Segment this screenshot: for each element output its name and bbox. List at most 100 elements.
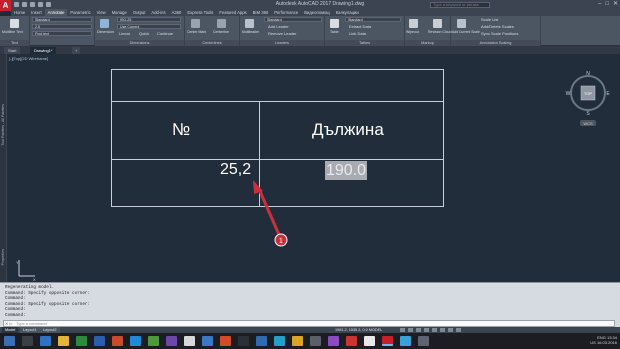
dimension-button[interactable]: Dimension	[97, 30, 114, 34]
file-tab-start[interactable]: Start	[4, 47, 21, 54]
sync-scale-positions-button[interactable]: Sync Scale Positions	[481, 31, 518, 36]
properties-palette-label[interactable]: Properties	[1, 249, 6, 265]
centerline-button[interactable]: Centerline	[213, 30, 229, 34]
app-icon-11[interactable]	[328, 336, 339, 346]
browser-icon[interactable]	[40, 336, 51, 346]
text-style-select[interactable]: Standard	[32, 17, 92, 22]
find-text-input[interactable]: Find text	[32, 31, 92, 36]
app-icon-6[interactable]	[238, 336, 249, 346]
customize-icon[interactable]	[456, 328, 461, 332]
tab-видеопомощ[interactable]: Видеопомощ	[301, 9, 332, 16]
tab-performance[interactable]: Performance	[271, 9, 301, 16]
multiline-text-icon[interactable]	[10, 19, 19, 28]
open-icon[interactable]	[22, 2, 27, 7]
continue-button[interactable]: Continue	[157, 31, 173, 36]
text-height-select[interactable]: 2.5	[32, 24, 92, 29]
link-data-button[interactable]: Link Data	[349, 31, 366, 36]
clock-date[interactable]: 16.03.2016	[597, 340, 617, 345]
app-icon-2[interactable]	[166, 336, 177, 346]
tool-palettes-label[interactable]: Tool Palettes - All Palettes	[1, 104, 6, 146]
multiline-text-button[interactable]: Multiline Text	[2, 30, 23, 34]
tab-калкулации[interactable]: Калкулации	[333, 9, 362, 16]
workspace-icon[interactable]	[448, 328, 453, 332]
word-icon[interactable]	[94, 336, 105, 346]
app-icon-10[interactable]	[310, 336, 321, 346]
linear-button[interactable]: Linear	[119, 31, 130, 36]
multileader-button[interactable]: Multileader	[242, 30, 259, 34]
app-icon-8[interactable]	[274, 336, 285, 346]
wipeout-icon[interactable]	[409, 19, 418, 28]
undo-icon[interactable]	[38, 2, 43, 7]
new-icon[interactable]	[14, 2, 19, 7]
app-icon-9[interactable]	[292, 336, 303, 346]
add-scale-icon[interactable]	[457, 19, 466, 28]
compass-north[interactable]: N	[586, 71, 590, 77]
tab-bim-360[interactable]: BIM 360	[250, 9, 272, 16]
excel-icon[interactable]	[76, 336, 87, 346]
task-view-icon[interactable]	[22, 336, 33, 346]
app-icon-14[interactable]	[400, 336, 411, 346]
table-icon[interactable]	[330, 19, 339, 28]
tab-insert[interactable]: Insert	[28, 9, 44, 16]
snap-toggle-icon[interactable]	[408, 328, 413, 332]
app-icon-5[interactable]	[220, 336, 231, 346]
app-icon-12[interactable]	[346, 336, 357, 346]
tab-parametric[interactable]: Parametric	[67, 9, 93, 16]
table-style-select[interactable]: Standard	[345, 17, 401, 22]
add-delete-scales-button[interactable]: Add/Delete Scales	[481, 24, 514, 29]
app-icon-15[interactable]	[418, 336, 429, 346]
tab-manage[interactable]: Manage	[109, 9, 130, 16]
app-icon-13[interactable]	[364, 336, 375, 346]
file-explorer-icon[interactable]	[58, 336, 69, 346]
tab-view[interactable]: View	[94, 9, 109, 16]
center-mark-button[interactable]: Center Mark	[187, 30, 206, 34]
center-mark-icon[interactable]	[191, 19, 200, 28]
compass-east[interactable]: E	[606, 91, 610, 97]
grid-toggle-icon[interactable]	[400, 328, 405, 332]
tab-output[interactable]: Output	[130, 9, 149, 16]
start-icon[interactable]	[4, 336, 15, 346]
wipeout-button[interactable]: Wipeout	[406, 30, 419, 34]
viewcube[interactable]: TOP N S E W WCS	[563, 70, 613, 130]
tab-express-tools[interactable]: Express Tools	[184, 9, 216, 16]
polar-toggle-icon[interactable]	[424, 328, 429, 332]
compass-west[interactable]: W	[566, 91, 571, 97]
table-button[interactable]: Table	[330, 30, 339, 34]
app-icon-3[interactable]	[184, 336, 195, 346]
revision-cloud-icon[interactable]	[433, 19, 442, 28]
dim-layer-select[interactable]: Use Current	[117, 24, 181, 29]
revision-cloud-button[interactable]: Revision Cloud	[428, 30, 452, 34]
add-leader-button[interactable]: Add Leader	[268, 24, 289, 29]
search-input[interactable]: Type a keyword or phrase	[430, 2, 490, 8]
file-tab-drawing1[interactable]: Drawing1*	[30, 47, 57, 54]
autocad-taskbar-icon[interactable]	[382, 336, 393, 346]
autocad-logo[interactable]: A	[0, 0, 11, 11]
new-tab-button[interactable]: +	[72, 47, 81, 54]
osnap-toggle-icon[interactable]	[432, 328, 437, 332]
close-button[interactable]: ✕	[613, 0, 618, 9]
extract-data-button[interactable]: Extract Data	[349, 24, 371, 29]
app-icon-4[interactable]	[202, 336, 213, 346]
app-icon-1[interactable]	[148, 336, 159, 346]
command-line-input[interactable]: Type a command	[3, 320, 615, 327]
annotation-scale-icon[interactable]	[440, 328, 445, 332]
quick-button[interactable]: Quick	[139, 31, 149, 36]
add-current-scale-button[interactable]: Add Current Scale	[452, 30, 480, 34]
tab-annotate[interactable]: Annotate	[44, 9, 68, 16]
remove-leader-button[interactable]: Remove Leader	[268, 31, 296, 36]
save-icon[interactable]	[30, 2, 35, 7]
redo-icon[interactable]	[46, 2, 51, 7]
tab-home[interactable]: Home	[11, 9, 28, 16]
dimension-icon[interactable]	[100, 19, 109, 28]
outlook-icon[interactable]	[130, 336, 141, 346]
tab-a360[interactable]: A360	[169, 9, 185, 16]
app-icon-7[interactable]	[256, 336, 267, 346]
multileader-icon[interactable]	[245, 19, 254, 28]
leader-style-select[interactable]: Standard	[264, 17, 322, 22]
powerpoint-icon[interactable]	[112, 336, 123, 346]
centerline-icon[interactable]	[217, 19, 226, 28]
ortho-toggle-icon[interactable]	[416, 328, 421, 332]
tab-add-ins[interactable]: Add-ins	[148, 9, 168, 16]
scale-list-button[interactable]: Scale List	[481, 17, 498, 22]
tab-featured-apps[interactable]: Featured Apps	[216, 9, 249, 16]
